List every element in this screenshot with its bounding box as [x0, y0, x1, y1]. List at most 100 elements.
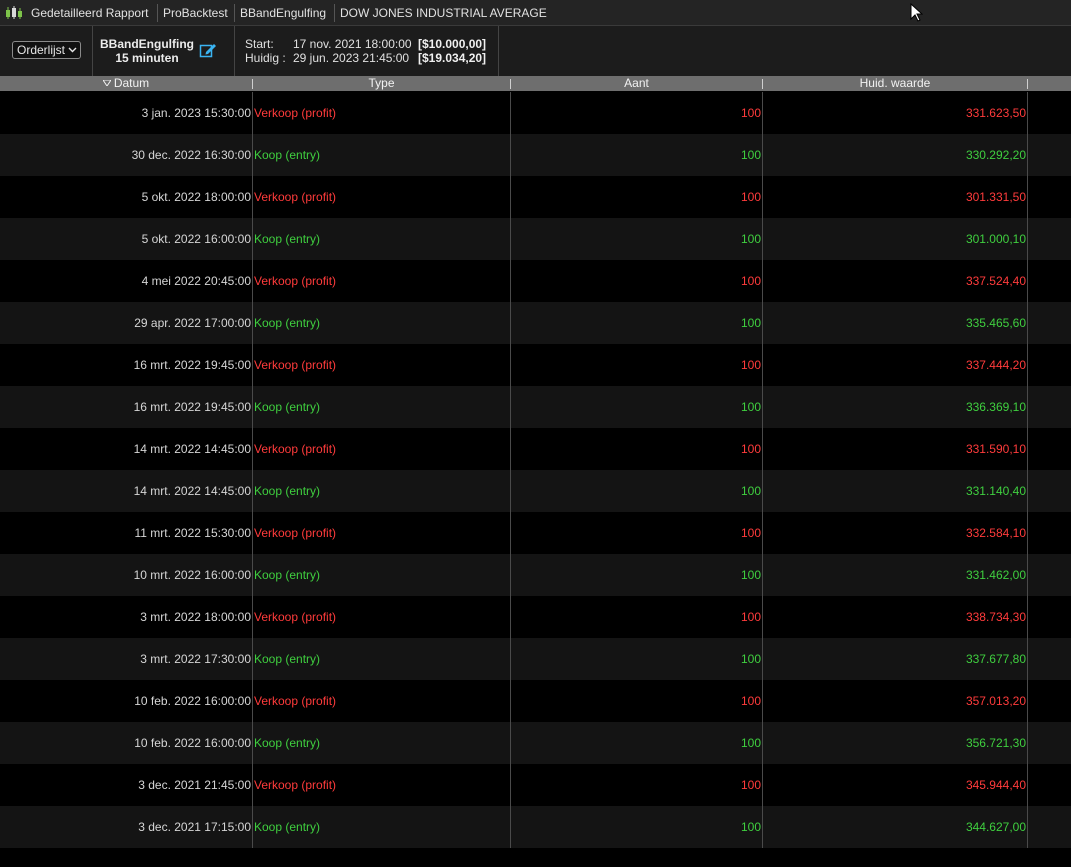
cell-quantity: 100 [740, 400, 761, 414]
cell-type: Koop (entry) [254, 820, 321, 834]
edit-icon[interactable] [199, 41, 217, 59]
cell-type: Verkoop (profit) [254, 610, 337, 624]
table-row[interactable]: 10 feb. 2022 16:00:00 Koop (entry) 100 356.… [0, 722, 1071, 764]
cell-type: Koop (entry) [254, 652, 321, 666]
cell-date: 30 dec. 2022 16:30:00 [131, 148, 251, 162]
cell-current-value: 338.734,30 [965, 610, 1026, 624]
table-row[interactable]: 4 mei 2022 20:45:00 Verkoop (profit) 100 33… [0, 260, 1071, 302]
table-row[interactable]: 11 mrt. 2022 15:30:00 Verkoop (profit) 100… [0, 512, 1071, 554]
cell-current-value: 332.584,10 [965, 526, 1026, 540]
cell-quantity: 100 [740, 274, 761, 288]
column-header-datum-label: Datum [113, 76, 150, 90]
cell-quantity: 100 [740, 442, 761, 456]
cell-date: 3 dec. 2021 21:45:00 [138, 778, 251, 792]
cell-date: 3 dec. 2021 17:15:00 [138, 820, 251, 834]
cell-quantity: 100 [740, 148, 761, 162]
cell-type: Koop (entry) [254, 316, 321, 330]
cell-date: 10 feb. 2022 16:00:00 [134, 694, 251, 708]
cell-date: 14 mrt. 2022 14:45:00 [133, 442, 251, 456]
toolbar-divider [92, 26, 93, 76]
table-row[interactable]: 3 dec. 2021 21:45:00 Verkoop (profit) 100 3… [0, 764, 1071, 806]
cell-date: 14 mrt. 2022 14:45:00 [133, 484, 251, 498]
cell-date: 4 mei 2022 20:45:00 [141, 274, 251, 288]
cell-date: 16 mrt. 2022 19:45:00 [133, 400, 251, 414]
breadcrumb-report[interactable]: Gedetailleerd Rapport [31, 0, 148, 26]
start-label: Start: [245, 37, 274, 51]
cell-quantity: 100 [740, 316, 761, 330]
cell-current-value: 357.013,20 [965, 694, 1026, 708]
cell-type: Verkoop (profit) [254, 274, 337, 288]
cell-type: Verkoop (profit) [254, 778, 337, 792]
cell-quantity: 100 [740, 358, 761, 372]
start-date: 17 nov. 2021 18:00:00 [293, 37, 412, 51]
cell-type: Koop (entry) [254, 736, 321, 750]
breadcrumb-divider [334, 4, 335, 22]
column-divider [762, 92, 763, 848]
cell-quantity: 100 [740, 652, 761, 666]
cell-current-value: 335.465,60 [965, 316, 1026, 330]
cell-quantity: 100 [740, 568, 761, 582]
table-row[interactable]: 14 mrt. 2022 14:45:00 Verkoop (profit) 100… [0, 428, 1071, 470]
cell-date: 5 okt. 2022 18:00:00 [141, 190, 251, 204]
cell-type: Koop (entry) [254, 484, 321, 498]
view-select[interactable]: Orderlijst [12, 41, 81, 59]
column-divider [510, 92, 511, 848]
breadcrumb-divider [157, 4, 158, 22]
strategy-timeframe: 15 minuten [115, 51, 179, 65]
cell-current-value: 337.677,80 [965, 652, 1026, 666]
cell-quantity: 100 [740, 820, 761, 834]
table-row[interactable]: 3 dec. 2021 17:15:00 Koop (entry) 100 344.6… [0, 806, 1071, 848]
cell-quantity: 100 [740, 610, 761, 624]
cell-quantity: 100 [740, 736, 761, 750]
cell-current-value: 301.331,50 [965, 190, 1026, 204]
table-row[interactable]: 10 feb. 2022 16:00:00 Verkoop (profit) 100… [0, 680, 1071, 722]
breadcrumb-probacktest[interactable]: ProBacktest [163, 0, 228, 26]
cell-type: Verkoop (profit) [254, 526, 337, 540]
cell-current-value: 301.000,10 [965, 232, 1026, 246]
cell-type: Koop (entry) [254, 568, 321, 582]
table-row[interactable]: 16 mrt. 2022 19:45:00 Koop (entry) 100 336.… [0, 386, 1071, 428]
table-row[interactable]: 16 mrt. 2022 19:45:00 Verkoop (profit) 100… [0, 344, 1071, 386]
column-header-huid-waarde[interactable]: Huid. waarde [763, 76, 1027, 91]
table-row[interactable]: 5 okt. 2022 16:00:00 Koop (entry) 100 301.0… [0, 218, 1071, 260]
table-row[interactable]: 14 mrt. 2022 14:45:00 Koop (entry) 100 331.… [0, 470, 1071, 512]
toolbar-divider [234, 26, 235, 76]
cell-type: Verkoop (profit) [254, 694, 337, 708]
cell-date: 11 mrt. 2022 15:30:00 [134, 526, 251, 540]
table-row[interactable]: 3 jan. 2023 15:30:00 Verkoop (profit) 100 3… [0, 92, 1071, 134]
cell-current-value: 331.590,10 [965, 442, 1026, 456]
table-row[interactable]: 30 dec. 2022 16:30:00 Koop (entry) 100 330.… [0, 134, 1071, 176]
cell-type: Verkoop (profit) [254, 190, 337, 204]
table-row[interactable]: 3 mrt. 2022 18:00:00 Verkoop (profit) 100 3… [0, 596, 1071, 638]
report-toolbar: Orderlijst BBandEngulfing 15 minuten Sta… [0, 26, 1071, 76]
cell-quantity: 100 [740, 190, 761, 204]
breadcrumb-strategy[interactable]: BBandEngulfing [240, 0, 326, 26]
cell-date: 16 mrt. 2022 19:45:00 [133, 358, 251, 372]
breadcrumb-instrument[interactable]: DOW JONES INDUSTRIAL AVERAGE [340, 0, 547, 26]
table-row[interactable]: 5 okt. 2022 18:00:00 Verkoop (profit) 100 3… [0, 176, 1071, 218]
cell-date: 10 feb. 2022 16:00:00 [134, 736, 251, 750]
title-bar: Gedetailleerd Rapport ProBacktest BBandE… [0, 0, 1071, 26]
column-resize-handle[interactable] [1027, 79, 1028, 89]
column-header-aant[interactable]: Aant [511, 76, 762, 91]
cell-date: 3 mrt. 2022 18:00:00 [140, 610, 251, 624]
sort-descending-icon [102, 80, 111, 86]
table-row[interactable]: 10 mrt. 2022 16:00:00 Koop (entry) 100 331.… [0, 554, 1071, 596]
cell-current-value: 337.524,40 [965, 274, 1026, 288]
column-header-datum[interactable]: Datum [0, 76, 252, 91]
column-divider [252, 92, 253, 848]
view-select-value: Orderlijst [17, 43, 66, 57]
cell-type: Verkoop (profit) [254, 442, 337, 456]
current-label: Huidig : [245, 51, 286, 65]
cell-type: Koop (entry) [254, 148, 321, 162]
cell-current-value: 330.292,20 [965, 148, 1026, 162]
order-list: 3 jan. 2023 15:30:00 Verkoop (profit) 100 3… [0, 92, 1071, 848]
cell-current-value: 337.444,20 [965, 358, 1026, 372]
table-row[interactable]: 29 apr. 2022 17:00:00 Koop (entry) 100 335.… [0, 302, 1071, 344]
cell-quantity: 100 [740, 526, 761, 540]
cell-quantity: 100 [740, 106, 761, 120]
cell-date: 29 apr. 2022 17:00:00 [134, 316, 251, 330]
column-header-type[interactable]: Type [253, 76, 510, 91]
table-header: Datum Type Aant Huid. waarde [0, 76, 1071, 91]
table-row[interactable]: 3 mrt. 2022 17:30:00 Koop (entry) 100 337.6… [0, 638, 1071, 680]
